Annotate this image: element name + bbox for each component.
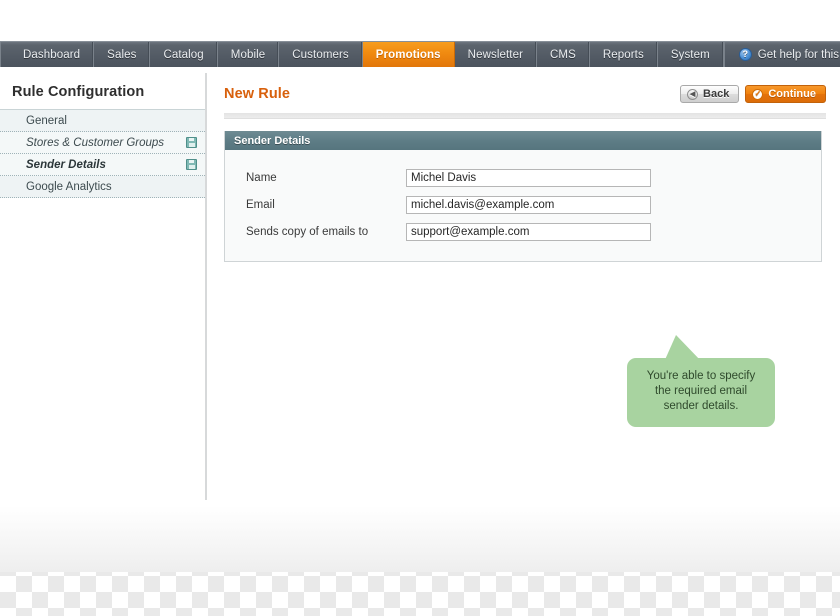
- sidebar-item-google-analytics[interactable]: Google Analytics: [0, 176, 205, 198]
- sidebar-item-sender-details[interactable]: Sender Details: [0, 154, 205, 176]
- nav-item-system[interactable]: System: [658, 42, 724, 67]
- sidebar-divider: [205, 73, 207, 502]
- nav-item-label: Dashboard: [23, 48, 81, 61]
- field-row-name: Name: [225, 164, 821, 191]
- page-title: New Rule: [224, 86, 291, 102]
- nav-item-label: Newsletter: [467, 48, 523, 61]
- name-input[interactable]: [406, 168, 651, 187]
- copy-to-input[interactable]: [406, 222, 651, 241]
- back-arrow-icon: ◀: [687, 88, 699, 100]
- nav-item-label: Reports: [602, 48, 644, 61]
- page-bottom-fade: [0, 500, 840, 572]
- email-input[interactable]: [406, 195, 651, 214]
- sidebar-item-label: Sender Details: [26, 158, 106, 171]
- continue-button[interactable]: ✓ Continue: [745, 85, 826, 103]
- nav-item-cms[interactable]: CMS: [537, 42, 590, 67]
- header-divider: [224, 113, 826, 119]
- nav-item-customers[interactable]: Customers: [279, 42, 363, 67]
- check-circle-icon: ✓: [752, 88, 764, 100]
- sender-details-panel: Sender Details Name Email Sends copy of …: [224, 131, 822, 262]
- sidebar-item-label: General: [26, 114, 67, 127]
- get-help-link[interactable]: ? Get help for this page: [725, 42, 840, 67]
- page-header-buttons: ◀ Back ✓ Continue: [680, 85, 826, 103]
- main-navigation-bar: Dashboard Sales Catalog Mobile Customers…: [0, 41, 840, 67]
- application-page: Dashboard Sales Catalog Mobile Customers…: [0, 0, 840, 572]
- back-button[interactable]: ◀ Back: [680, 85, 740, 103]
- email-field-label: Email: [246, 198, 275, 211]
- nav-item-label: Promotions: [375, 48, 441, 61]
- sidebar-item-label: Google Analytics: [26, 180, 112, 193]
- nav-item-label: Catalog: [163, 48, 204, 61]
- get-help-label: Get help for this page: [757, 48, 840, 61]
- save-disk-icon: [186, 137, 197, 148]
- help-circle-icon: ?: [738, 48, 752, 61]
- copy-to-field-label: Sends copy of emails to: [246, 225, 369, 238]
- save-disk-icon: [186, 159, 197, 170]
- sidebar-item-stores-customer-groups[interactable]: Stores & Customer Groups: [0, 132, 205, 154]
- nav-item-mobile[interactable]: Mobile: [218, 42, 280, 67]
- panel-header: Sender Details: [225, 131, 821, 150]
- nav-item-promotions[interactable]: Promotions: [362, 42, 455, 67]
- sidebar-item-general[interactable]: General: [0, 110, 205, 132]
- page-top-strip: [0, 0, 840, 41]
- nav-item-catalog[interactable]: Catalog: [150, 42, 218, 67]
- nav-item-newsletter[interactable]: Newsletter: [455, 42, 537, 67]
- sidebar-title: Rule Configuration: [12, 84, 145, 100]
- back-button-label: Back: [703, 88, 730, 100]
- nav-item-sales[interactable]: Sales: [94, 42, 151, 67]
- nav-item-label: Mobile: [230, 48, 266, 61]
- panel-body: Name Email Sends copy of emails to: [225, 150, 821, 261]
- main-panel: New Rule ◀ Back ✓ Continue Sender Detail…: [224, 67, 826, 262]
- callout-tooltip: You're able to specify the required emai…: [627, 358, 775, 427]
- sidebar-item-list: General Stores & Customer Groups Sender …: [0, 109, 205, 198]
- nav-item-dashboard[interactable]: Dashboard: [0, 42, 95, 67]
- nav-item-label: System: [670, 48, 710, 61]
- nav-item-label: Customers: [292, 48, 349, 61]
- nav-item-reports[interactable]: Reports: [590, 42, 658, 67]
- name-field-label: Name: [246, 171, 277, 184]
- field-row-email: Email: [225, 191, 821, 218]
- page-header: New Rule ◀ Back ✓ Continue: [224, 67, 826, 113]
- nav-item-label: Sales: [107, 48, 137, 61]
- rule-configuration-sidebar: Rule Configuration General Stores & Cust…: [0, 67, 205, 198]
- nav-item-label: CMS: [550, 48, 576, 61]
- field-row-copy-to: Sends copy of emails to: [225, 218, 821, 245]
- content-area: Rule Configuration General Stores & Cust…: [0, 67, 840, 572]
- continue-button-label: Continue: [768, 88, 816, 100]
- sidebar-item-label: Stores & Customer Groups: [26, 136, 165, 149]
